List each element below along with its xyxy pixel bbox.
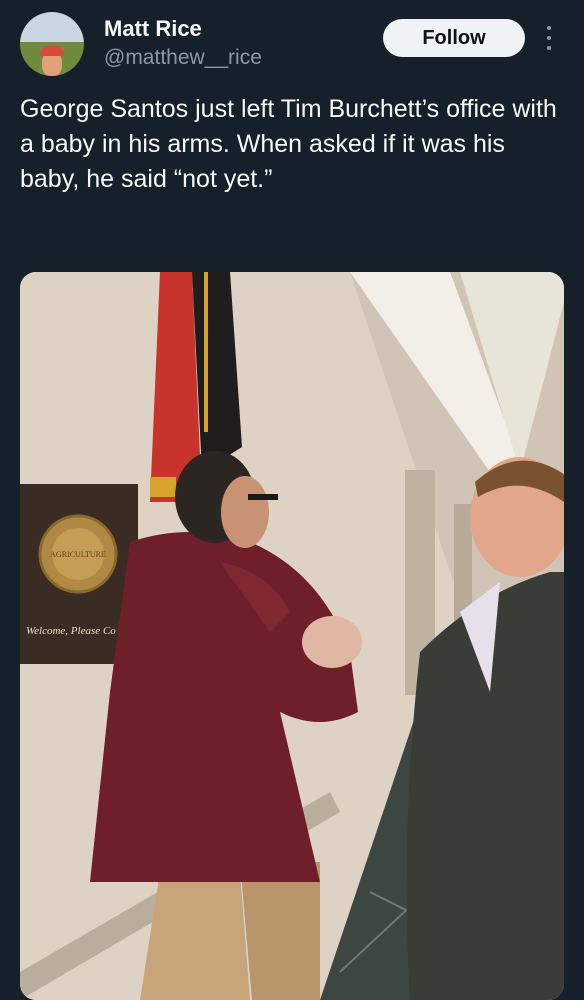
- eyeglasses: [248, 494, 278, 500]
- tweet-card: Matt Rice @matthew__rice Follow George S…: [0, 0, 584, 1000]
- photo-scene: AGRICULTURE Welcome, Please Co: [20, 272, 564, 1000]
- seal-text: AGRICULTURE: [50, 550, 106, 559]
- flag-fringe: [150, 477, 176, 497]
- baby-head: [302, 616, 362, 668]
- avatar-hat: [40, 46, 64, 56]
- author-handle[interactable]: @matthew__rice: [104, 46, 262, 70]
- plaque-text: Welcome, Please Co: [26, 625, 116, 637]
- avatar-sky: [20, 12, 84, 42]
- author-name[interactable]: Matt Rice: [104, 16, 202, 42]
- follow-button[interactable]: Follow: [383, 19, 525, 57]
- tweet-photo[interactable]: AGRICULTURE Welcome, Please Co: [20, 272, 564, 1000]
- tweet-text: George Santos just left Tim Burchett’s o…: [20, 95, 557, 193]
- profile-avatar[interactable]: [20, 12, 84, 76]
- person-left-face: [221, 476, 269, 548]
- tweet-header: Matt Rice @matthew__rice Follow: [0, 0, 584, 90]
- more-options-icon[interactable]: [544, 26, 554, 50]
- flag-tassel: [204, 272, 208, 432]
